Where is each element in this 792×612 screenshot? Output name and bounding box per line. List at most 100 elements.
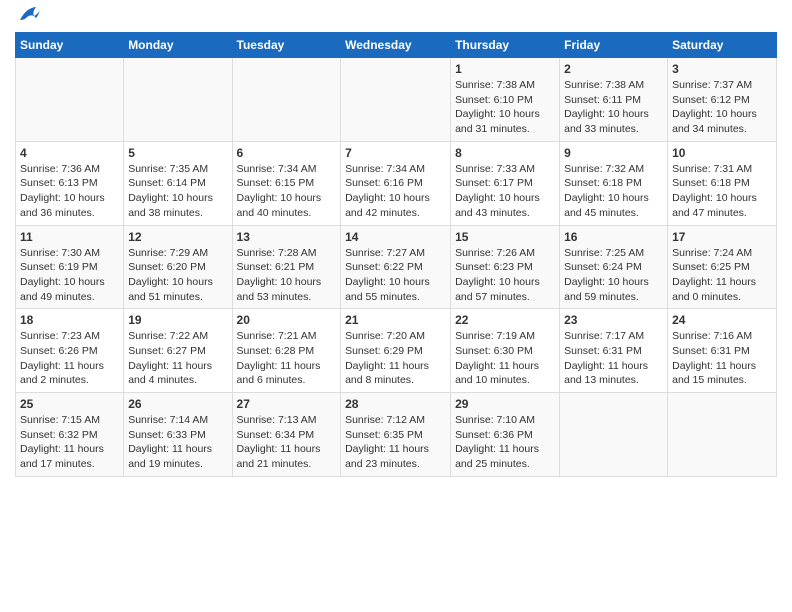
day-info: Sunrise: 7:32 AMSunset: 6:18 PMDaylight:… bbox=[564, 162, 663, 221]
day-info: Sunrise: 7:34 AMSunset: 6:16 PMDaylight:… bbox=[345, 162, 446, 221]
calendar-cell: 27Sunrise: 7:13 AMSunset: 6:34 PMDayligh… bbox=[232, 393, 341, 477]
calendar-cell: 15 Sunrise: 7:26 AMSunset: 6:23 PMDayligh… bbox=[451, 225, 560, 309]
day-info: Sunrise: 7:12 AMSunset: 6:35 PMDaylight:… bbox=[345, 413, 446, 472]
calendar-cell: 25 Sunrise: 7:15 AMSunset: 6:32 PMDayligh… bbox=[16, 393, 124, 477]
calendar-cell: 7 Sunrise: 7:34 AMSunset: 6:16 PMDaylight… bbox=[341, 141, 451, 225]
day-number: 23 bbox=[564, 313, 663, 327]
day-number: 18 bbox=[20, 313, 119, 327]
calendar-cell: 23 Sunrise: 7:17 AMSunset: 6:31 PMDayligh… bbox=[560, 309, 668, 393]
day-number: 2 bbox=[564, 62, 663, 76]
day-info: Sunrise: 7:26 AMSunset: 6:23 PMDaylight:… bbox=[455, 246, 555, 305]
day-info: Sunrise: 7:38 AMSunset: 6:10 PMDaylight:… bbox=[455, 78, 555, 137]
day-info: Sunrise: 7:33 AMSunset: 6:17 PMDaylight:… bbox=[455, 162, 555, 221]
day-number: 9 bbox=[564, 146, 663, 160]
calendar-cell bbox=[341, 58, 451, 142]
calendar-cell: 20 Sunrise: 7:21 AMSunset: 6:28 PMDayligh… bbox=[232, 309, 341, 393]
day-number: 20 bbox=[237, 313, 337, 327]
day-number: 28 bbox=[345, 397, 446, 411]
day-info: Sunrise: 7:29 AMSunset: 6:20 PMDaylight:… bbox=[128, 246, 227, 305]
calendar-cell: 21Sunrise: 7:20 AMSunset: 6:29 PMDayligh… bbox=[341, 309, 451, 393]
day-number: 27 bbox=[237, 397, 337, 411]
calendar-cell: 17 Sunrise: 7:24 AMSunset: 6:25 PMDayligh… bbox=[668, 225, 777, 309]
calendar-cell: 26 Sunrise: 7:14 AMSunset: 6:33 PMDayligh… bbox=[124, 393, 232, 477]
logo-bird-icon bbox=[18, 6, 40, 24]
day-number: 14 bbox=[345, 230, 446, 244]
calendar-week-3: 11 Sunrise: 7:30 AMSunset: 6:19 PMDayligh… bbox=[16, 225, 777, 309]
day-info: Sunrise: 7:31 AMSunset: 6:18 PMDaylight:… bbox=[672, 162, 772, 221]
day-number: 19 bbox=[128, 313, 227, 327]
day-info: Sunrise: 7:36 AMSunset: 6:13 PMDaylight:… bbox=[20, 162, 119, 221]
day-number: 6 bbox=[237, 146, 337, 160]
day-info: Sunrise: 7:14 AMSunset: 6:33 PMDaylight:… bbox=[128, 413, 227, 472]
day-number: 29 bbox=[455, 397, 555, 411]
calendar-week-1: 1 Sunrise: 7:38 AMSunset: 6:10 PMDaylight… bbox=[16, 58, 777, 142]
calendar-header-wednesday: Wednesday bbox=[341, 33, 451, 58]
calendar-cell bbox=[668, 393, 777, 477]
calendar-cell: 6 Sunrise: 7:34 AMSunset: 6:15 PMDaylight… bbox=[232, 141, 341, 225]
day-info: Sunrise: 7:37 AMSunset: 6:12 PMDaylight:… bbox=[672, 78, 772, 137]
calendar-cell: 14 Sunrise: 7:27 AMSunset: 6:22 PMDayligh… bbox=[341, 225, 451, 309]
day-number: 25 bbox=[20, 397, 119, 411]
calendar-header-thursday: Thursday bbox=[451, 33, 560, 58]
day-number: 13 bbox=[237, 230, 337, 244]
calendar-week-2: 4 Sunrise: 7:36 AMSunset: 6:13 PMDaylight… bbox=[16, 141, 777, 225]
calendar-week-4: 18 Sunrise: 7:23 AMSunset: 6:26 PMDayligh… bbox=[16, 309, 777, 393]
calendar-cell: 19Sunrise: 7:22 AMSunset: 6:27 PMDayligh… bbox=[124, 309, 232, 393]
page: SundayMondayTuesdayWednesdayThursdayFrid… bbox=[0, 0, 792, 487]
calendar-cell: 9 Sunrise: 7:32 AMSunset: 6:18 PMDaylight… bbox=[560, 141, 668, 225]
day-info: Sunrise: 7:24 AMSunset: 6:25 PMDaylight:… bbox=[672, 246, 772, 305]
day-number: 22 bbox=[455, 313, 555, 327]
day-info: Sunrise: 7:19 AMSunset: 6:30 PMDaylight:… bbox=[455, 329, 555, 388]
calendar-table: SundayMondayTuesdayWednesdayThursdayFrid… bbox=[15, 32, 777, 477]
calendar-cell: 28 Sunrise: 7:12 AMSunset: 6:35 PMDayligh… bbox=[341, 393, 451, 477]
day-number: 17 bbox=[672, 230, 772, 244]
calendar-cell: 10 Sunrise: 7:31 AMSunset: 6:18 PMDayligh… bbox=[668, 141, 777, 225]
calendar-cell: 8Sunrise: 7:33 AMSunset: 6:17 PMDaylight… bbox=[451, 141, 560, 225]
day-number: 1 bbox=[455, 62, 555, 76]
day-number: 7 bbox=[345, 146, 446, 160]
calendar-cell: 13 Sunrise: 7:28 AMSunset: 6:21 PMDayligh… bbox=[232, 225, 341, 309]
day-info: Sunrise: 7:38 AMSunset: 6:11 PMDaylight:… bbox=[564, 78, 663, 137]
calendar-header-sunday: Sunday bbox=[16, 33, 124, 58]
calendar-header-saturday: Saturday bbox=[668, 33, 777, 58]
calendar-cell bbox=[560, 393, 668, 477]
calendar-cell bbox=[124, 58, 232, 142]
day-info: Sunrise: 7:27 AMSunset: 6:22 PMDaylight:… bbox=[345, 246, 446, 305]
day-info: Sunrise: 7:17 AMSunset: 6:31 PMDaylight:… bbox=[564, 329, 663, 388]
calendar-cell: 24Sunrise: 7:16 AMSunset: 6:31 PMDayligh… bbox=[668, 309, 777, 393]
day-number: 10 bbox=[672, 146, 772, 160]
calendar-cell: 12 Sunrise: 7:29 AMSunset: 6:20 PMDayligh… bbox=[124, 225, 232, 309]
calendar-cell bbox=[232, 58, 341, 142]
calendar-cell: 5Sunrise: 7:35 AMSunset: 6:14 PMDaylight… bbox=[124, 141, 232, 225]
day-info: Sunrise: 7:30 AMSunset: 6:19 PMDaylight:… bbox=[20, 246, 119, 305]
calendar-week-5: 25 Sunrise: 7:15 AMSunset: 6:32 PMDayligh… bbox=[16, 393, 777, 477]
calendar-cell: 16 Sunrise: 7:25 AMSunset: 6:24 PMDayligh… bbox=[560, 225, 668, 309]
day-info: Sunrise: 7:16 AMSunset: 6:31 PMDaylight:… bbox=[672, 329, 772, 388]
calendar-cell: 11 Sunrise: 7:30 AMSunset: 6:19 PMDayligh… bbox=[16, 225, 124, 309]
day-number: 12 bbox=[128, 230, 227, 244]
day-number: 4 bbox=[20, 146, 119, 160]
calendar-cell bbox=[16, 58, 124, 142]
calendar-cell: 1 Sunrise: 7:38 AMSunset: 6:10 PMDaylight… bbox=[451, 58, 560, 142]
day-info: Sunrise: 7:34 AMSunset: 6:15 PMDaylight:… bbox=[237, 162, 337, 221]
day-number: 15 bbox=[455, 230, 555, 244]
day-number: 16 bbox=[564, 230, 663, 244]
calendar-cell: 2 Sunrise: 7:38 AMSunset: 6:11 PMDaylight… bbox=[560, 58, 668, 142]
day-info: Sunrise: 7:23 AMSunset: 6:26 PMDaylight:… bbox=[20, 329, 119, 388]
day-number: 26 bbox=[128, 397, 227, 411]
day-number: 3 bbox=[672, 62, 772, 76]
calendar-header-monday: Monday bbox=[124, 33, 232, 58]
day-info: Sunrise: 7:15 AMSunset: 6:32 PMDaylight:… bbox=[20, 413, 119, 472]
day-info: Sunrise: 7:25 AMSunset: 6:24 PMDaylight:… bbox=[564, 246, 663, 305]
calendar-cell: 4 Sunrise: 7:36 AMSunset: 6:13 PMDaylight… bbox=[16, 141, 124, 225]
calendar-cell: 18 Sunrise: 7:23 AMSunset: 6:26 PMDayligh… bbox=[16, 309, 124, 393]
calendar-cell: 29Sunrise: 7:10 AMSunset: 6:36 PMDayligh… bbox=[451, 393, 560, 477]
day-info: Sunrise: 7:28 AMSunset: 6:21 PMDaylight:… bbox=[237, 246, 337, 305]
calendar-header-tuesday: Tuesday bbox=[232, 33, 341, 58]
calendar-cell: 3 Sunrise: 7:37 AMSunset: 6:12 PMDaylight… bbox=[668, 58, 777, 142]
header bbox=[15, 10, 777, 24]
logo bbox=[15, 10, 40, 24]
calendar-header-friday: Friday bbox=[560, 33, 668, 58]
day-info: Sunrise: 7:21 AMSunset: 6:28 PMDaylight:… bbox=[237, 329, 337, 388]
day-number: 11 bbox=[20, 230, 119, 244]
